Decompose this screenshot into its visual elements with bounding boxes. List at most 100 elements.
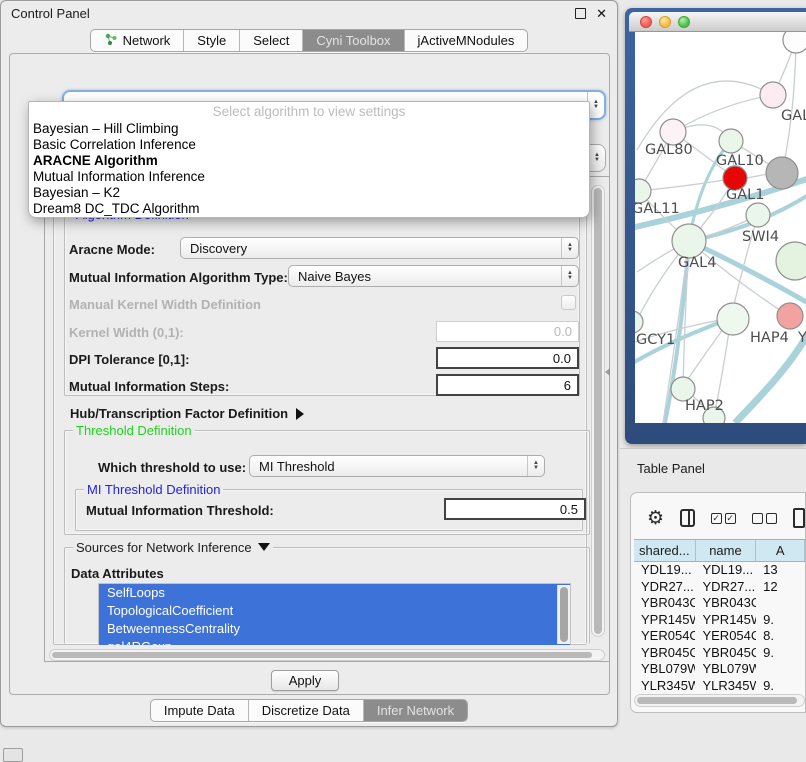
columns-icon[interactable] xyxy=(680,509,695,527)
panel-splitter-arrow[interactable] xyxy=(605,368,610,376)
table-cell: 9. xyxy=(756,612,805,629)
column-header-a[interactable]: A xyxy=(756,540,805,561)
network-edge[interactable] xyxy=(639,178,735,191)
zoom-traffic-light-icon[interactable] xyxy=(678,16,690,28)
node-label: GCY1 xyxy=(636,332,675,348)
network-node[interactable] xyxy=(766,157,798,189)
list-scrollbar[interactable] xyxy=(557,585,570,644)
table-cell: YER054C xyxy=(695,628,756,645)
table-row[interactable]: YDR27...YDR27...12 xyxy=(634,579,805,596)
which-threshold-combo[interactable]: MI Threshold ▲▼ xyxy=(249,455,545,477)
settings-horizontal-scrollbar[interactable] xyxy=(49,649,605,661)
attribute-item[interactable]: BetweennessCentrality xyxy=(99,620,570,638)
network-node[interactable] xyxy=(783,32,806,53)
network-node-gcy1[interactable] xyxy=(635,311,643,333)
bottom-tab-discretize-data[interactable]: Discretize Data xyxy=(248,700,363,721)
dpi-tolerance-field[interactable]: 0.0 xyxy=(436,347,579,369)
manual-kernel-width-label: Manual Kernel Width Definition xyxy=(69,297,261,312)
combo-stepper-icon: ▲▼ xyxy=(588,145,605,171)
table-row[interactable]: YBR045CYBR045C9. xyxy=(634,645,805,662)
combo-stepper-icon: ▲▼ xyxy=(561,238,578,258)
mi-threshold-field[interactable]: 0.5 xyxy=(444,498,586,520)
algorithm-option[interactable]: Mutual Information Inference xyxy=(29,169,589,185)
cyni-algorithm-settings-group: Cyni Algorithm Settings Algorithm Defini… xyxy=(53,183,587,645)
network-node-gal11[interactable] xyxy=(635,179,651,203)
table-cell: YLR345W xyxy=(695,678,756,695)
table-horizontal-scrollbar[interactable] xyxy=(634,694,805,707)
bottom-tab-impute-data[interactable]: Impute Data xyxy=(151,700,248,721)
combo-stepper-icon: ▲▼ xyxy=(561,266,578,286)
column-header-name[interactable]: name xyxy=(696,540,757,561)
algorithm-option[interactable]: ARACNE Algorithm xyxy=(29,153,589,169)
data-attributes-list: SelfLoopsTopologicalCoefficientBetweenne… xyxy=(98,583,571,645)
network-canvas[interactable]: GALGAL80GAL10GAL1GAL11SWI4GAL4GCY1HAP4YH… xyxy=(635,32,806,423)
tab-group: NetworkStyleSelectCyni ToolboxjActiveMNo… xyxy=(90,29,529,52)
apply-button[interactable]: Apply xyxy=(271,670,339,691)
node-label: GAL10 xyxy=(716,153,764,169)
kernel-width-field[interactable]: 0.0 xyxy=(436,321,579,342)
sources-group: Sources for Network Inference Data Attri… xyxy=(64,547,590,644)
network-node-swi4[interactable] xyxy=(746,203,770,227)
cyni-toolbox-panel: ▲▼ gal-filtered.sif default node ▲▼ Cyni… xyxy=(9,53,610,695)
tab-cyni-toolbox[interactable]: Cyni Toolbox xyxy=(302,30,403,51)
algorithm-option[interactable]: Bayesian – Hill Climbing xyxy=(29,121,589,137)
table-cell: YDL19... xyxy=(634,562,695,579)
table-cell: 9. xyxy=(756,645,805,662)
mi-algorithm-type-label: Mutual Information Algorithm Type: xyxy=(69,270,288,285)
table-row[interactable]: YPR145WYPR145W9. xyxy=(634,612,805,629)
network-node-gal4[interactable] xyxy=(672,224,706,258)
mi-steps-field[interactable]: 6 xyxy=(436,374,579,396)
table-cell: YLR345W xyxy=(634,678,695,695)
control-panel-window: Control Panel ✕ NetworkStyleSelectCyni T… xyxy=(0,0,618,727)
network-node-hap4[interactable] xyxy=(717,303,749,335)
close-traffic-light-icon[interactable] xyxy=(640,16,652,28)
hub-definition-toggle[interactable]: Hub/Transcription Factor Definition xyxy=(70,406,304,421)
document-icon[interactable] xyxy=(793,508,805,528)
control-panel-tabs: NetworkStyleSelectCyni ToolboxjActiveMNo… xyxy=(1,29,617,52)
manual-kernel-width-checkbox[interactable] xyxy=(561,295,576,310)
gear-icon[interactable]: ⚙ xyxy=(647,509,664,528)
collapse-down-icon xyxy=(258,543,270,551)
table-row[interactable]: YBR043CYBR043C xyxy=(634,595,805,612)
algorithm-option[interactable]: Basic Correlation Inference xyxy=(29,137,589,153)
algorithm-option[interactable]: Dream8 DC_TDC Algorithm xyxy=(29,201,589,217)
network-edge[interactable] xyxy=(747,174,768,178)
select-all-icon[interactable]: ✓✓ xyxy=(711,513,736,524)
table-row[interactable]: YLR345WYLR345W9. xyxy=(634,678,805,695)
node-label: HAP2 xyxy=(685,398,724,414)
network-node-gal10[interactable] xyxy=(719,129,743,153)
network-node[interactable] xyxy=(776,242,806,280)
tab-select[interactable]: Select xyxy=(239,30,302,51)
node-label: HAP4 xyxy=(750,330,789,346)
tab-jactivemnodules[interactable]: jActiveMNodules xyxy=(404,30,528,51)
close-icon[interactable]: ✕ xyxy=(596,8,607,19)
minimize-traffic-light-icon[interactable] xyxy=(659,16,671,28)
algorithm-dropdown-prompt: Select algorithm to view settings xyxy=(29,104,589,121)
tab-network[interactable]: Network xyxy=(91,30,184,51)
table-row[interactable]: YBL079WYBL079W xyxy=(634,661,805,678)
corner-button[interactable] xyxy=(3,748,23,762)
network-view-window: GALGAL80GAL10GAL1GAL11SWI4GAL4GCY1HAP4YH… xyxy=(625,8,806,444)
table-cell xyxy=(756,661,805,678)
network-node-gal[interactable] xyxy=(760,82,786,108)
float-panel-icon[interactable] xyxy=(575,8,586,19)
mi-algorithm-type-combo[interactable]: Naive Bayes ▲▼ xyxy=(288,265,579,287)
deselect-all-icon[interactable] xyxy=(752,513,777,524)
attribute-item[interactable]: TopologicalCoefficient xyxy=(99,602,570,620)
tab-style[interactable]: Style xyxy=(183,30,239,51)
attribute-item[interactable]: gal4RGexp xyxy=(99,638,570,645)
sources-toggle[interactable]: Sources for Network Inference xyxy=(73,540,273,555)
aracne-mode-combo[interactable]: Discovery ▲▼ xyxy=(180,237,579,259)
table-row[interactable]: YDL19...YDL19...13 xyxy=(634,562,805,579)
network-node-y[interactable] xyxy=(777,303,803,329)
node-label: GAL1 xyxy=(726,187,764,203)
settings-vertical-scrollbar[interactable] xyxy=(591,185,605,637)
control-panel-titlebar: Control Panel ✕ xyxy=(1,1,617,25)
column-header-shared-[interactable]: shared... xyxy=(634,540,696,561)
algorithm-option[interactable]: Bayesian – K2 xyxy=(29,185,589,201)
table-cell: YBL079W xyxy=(634,661,695,678)
table-body: YDL19...YDL19...13YDR27...YDR27...12YBR0… xyxy=(634,562,805,700)
bottom-tab-infer-network[interactable]: Infer Network xyxy=(363,700,467,721)
attribute-item[interactable]: SelfLoops xyxy=(99,584,570,602)
table-row[interactable]: YER054CYER054C8. xyxy=(634,628,805,645)
